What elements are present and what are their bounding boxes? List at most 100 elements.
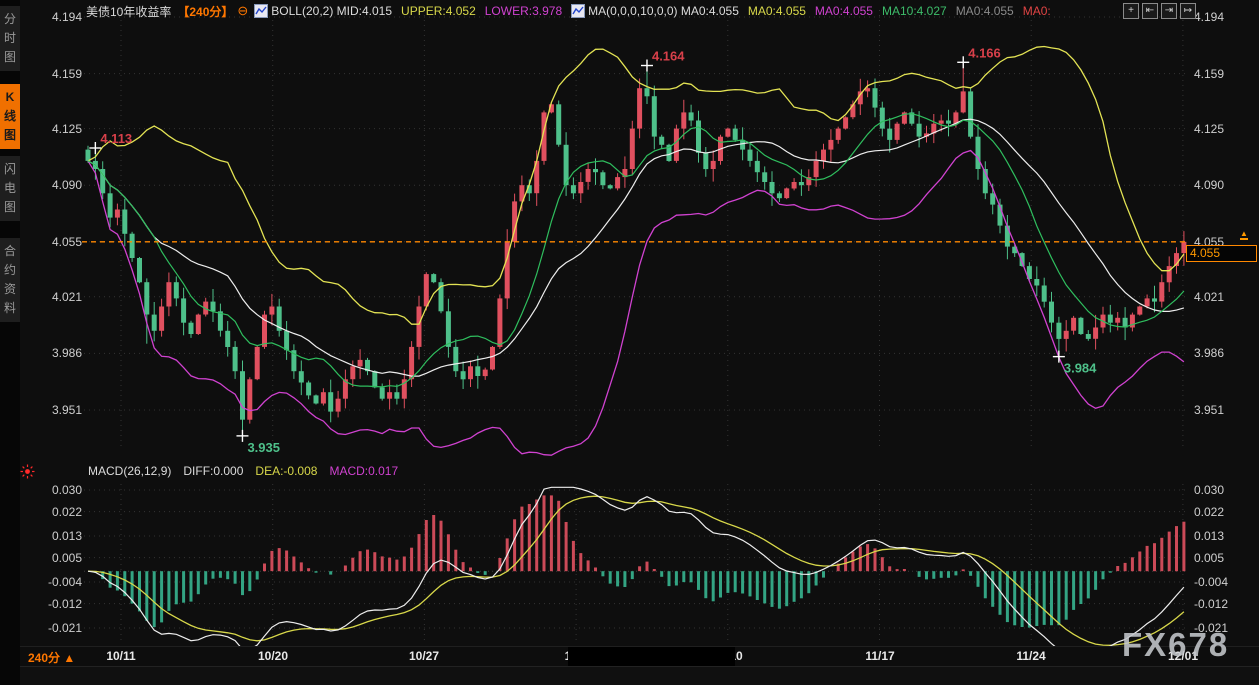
price-axis-label: 4.159 [1194,67,1242,81]
time-axis: 240分 ▲ 10/1110/2010/2711/311/1011/1711/2… [20,646,1259,667]
candles-up [115,88,1187,420]
svg-text:4.113: 4.113 [100,131,132,146]
price-anchor-icon: ▲ [1240,230,1248,240]
macd-axis-label: 0.013 [1194,529,1242,543]
legend-item: MA0:4.055 [748,4,806,18]
alert-burst-icon[interactable] [20,464,35,479]
scale-left-icon[interactable]: ⇤ [1142,3,1158,19]
macd-axis-label: -0.012 [1194,597,1242,611]
candle-wicks [88,62,1184,436]
legend-item: MA10:4.027 [882,4,947,18]
macd-axis-label: 0.013 [34,529,82,543]
price-axis-label: 4.055 [34,235,82,249]
legend-item: MA0: [1023,4,1051,18]
price-axis-label: 4.125 [1194,122,1242,136]
price-axis-label: 4.159 [34,67,82,81]
mini-chart-icon [571,4,585,18]
mini-chart-icon [254,4,268,18]
indicator-toolbar [20,666,1259,685]
macd-panel[interactable]: 0.030 0.030 0.022 0.022 0.013 0.013 0.005 0.005… [20,482,1259,646]
svg-text:4.166: 4.166 [968,45,1001,60]
boll-lower-line [88,151,1184,456]
price-axis-label: 3.986 [1194,346,1242,360]
redaction-overlay [568,647,735,667]
left-sidebar: 分 时 图 K 线 图闪 电 图合 约 资 料 [0,0,20,685]
legend-text: LOWER:3.978 [485,4,562,18]
period-selector[interactable]: 240分 ▲ [28,649,75,666]
legend-text: MA0:4.055 [956,4,1014,18]
macd-axis-label: -0.012 [34,597,82,611]
macd-axis-label: -0.021 [34,621,82,635]
legend-text: MA0:4.055 [748,4,806,18]
macd-histogram [94,495,1186,627]
date-axis-label: 10/11 [97,649,145,663]
legend-text: MA0: [1023,4,1051,18]
svg-text:3.935: 3.935 [247,440,280,455]
legend-text: MA(0,0,0,10,0,0) MA0:4.055 [588,4,739,18]
watermark: FX678 [1122,626,1229,664]
price-axis-label: 4.090 [34,178,82,192]
macd-macd-value: MACD:0.017 [329,464,398,478]
legend-item: MA(0,0,0,10,0,0) MA0:4.055 [571,4,739,18]
detach-window-icon[interactable]: ↦ [1180,3,1196,19]
legend-item: UPPER:4.052 [401,4,476,18]
indicator-legend: BOLL(20,2) MID:4.015 UPPER:4.052 LOWER:3.9… [254,4,1050,18]
extreme-marker: 3.935 [236,430,280,455]
sidebar-tab-K线图[interactable]: K 线 图 [0,84,20,149]
price-axis-label: 3.951 [1194,403,1242,417]
date-axis-label: 11/17 [856,649,904,663]
extreme-marker: 3.984 [1053,351,1097,376]
charting-app: 分 时 图 K 线 图闪 电 图合 约 资 料 美债10年收益率 【240分】 ⊖… [0,0,1259,685]
chart-title: 美债10年收益率 [86,3,171,20]
crosshair-icon[interactable]: + [1123,3,1139,19]
extreme-marker: 4.166 [957,45,1001,68]
price-axis-label: 4.090 [1194,178,1242,192]
main-chart-panel[interactable]: 4.1133.9354.1644.1663.9844.1944.1944.159… [20,0,1259,458]
collapse-icon[interactable]: ⊖ [237,3,248,19]
candles-down [86,88,1158,420]
legend-text: MA10:4.027 [882,4,947,18]
current-price-tag: 4.055 [1186,245,1257,262]
legend-text: BOLL(20,2) MID:4.015 [271,4,392,18]
date-axis-label: 11/24 [1007,649,1055,663]
macd-canvas[interactable] [20,482,1259,646]
price-axis-label: 4.021 [34,290,82,304]
macd-header: MACD(26,12,9) DIFF:0.000 DEA:-0.008 MACD… [88,462,398,480]
legend-item: MA0:4.055 [956,4,1014,18]
main-chart-canvas[interactable]: 4.113 3.935 4.164 4.166 3.984 [20,0,1259,458]
period-tag: 【240分】 [177,3,233,20]
legend-text: MA0:4.055 [815,4,873,18]
macd-axis-label: -0.004 [34,575,82,589]
extreme-marker: 4.113 [89,131,132,154]
macd-diff-value: DIFF:0.000 [183,464,243,478]
macd-axis-label: 0.022 [1194,505,1242,519]
macd-axis-label: 0.005 [1194,551,1242,565]
legend-item: BOLL(20,2) MID:4.015 [254,4,392,18]
macd-axis-label: 0.022 [34,505,82,519]
macd-axis-label: -0.004 [1194,575,1242,589]
macd-axis-label: 0.005 [34,551,82,565]
boll-mid-line [88,119,1184,376]
legend-item: LOWER:3.978 [485,4,562,18]
date-axis-label: 10/20 [249,649,297,663]
sidebar-tab-闪电图[interactable]: 闪 电 图 [0,156,20,221]
scale-right-icon[interactable]: ⇥ [1161,3,1177,19]
extreme-marker: 4.164 [641,49,685,72]
price-axis-label: 3.951 [34,403,82,417]
window-controls: +⇤⇥↦ [1123,3,1196,19]
macd-dea-value: DEA:-0.008 [255,464,317,478]
svg-text:3.984: 3.984 [1064,361,1097,376]
legend-text: UPPER:4.052 [401,4,476,18]
macd-name: MACD(26,12,9) [88,464,171,478]
sidebar-tab-分时图[interactable]: 分 时 图 [0,6,20,71]
price-axis-label: 3.986 [34,346,82,360]
legend-item: MA0:4.055 [815,4,873,18]
sidebar-tab-合约资料[interactable]: 合 约 资 料 [0,238,20,322]
price-axis-label: 4.021 [1194,290,1242,304]
chart-header: 美债10年收益率 【240分】 ⊖ BOLL(20,2) MID:4.015 UP… [20,0,1259,22]
svg-text:4.164: 4.164 [652,49,685,64]
macd-axis-label: 0.030 [1194,483,1242,497]
date-axis-label: 10/27 [400,649,448,663]
price-axis-label: 4.125 [34,122,82,136]
macd-axis-label: 0.030 [34,483,82,497]
